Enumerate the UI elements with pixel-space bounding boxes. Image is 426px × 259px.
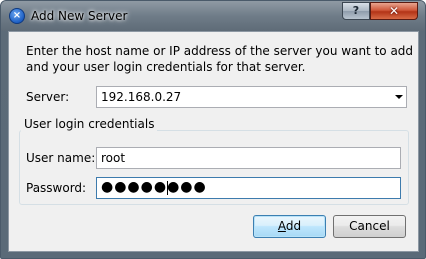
intro-line-2: and your user login credentials for that… (26, 60, 306, 74)
x-logo-icon: × (9, 8, 25, 24)
username-label: User name: (26, 151, 96, 165)
title-bar[interactable]: × Add New Server ? ✕ (1, 1, 425, 31)
server-combobox[interactable]: 192.168.0.27 (96, 86, 407, 108)
text-caret (167, 181, 168, 195)
add-button[interactable]: Add (253, 215, 326, 238)
username-field[interactable]: root (96, 147, 401, 169)
password-field[interactable]: ●●●●●●●● (96, 177, 401, 199)
username-value: root (101, 151, 126, 165)
credentials-group-title: User login credentials (21, 116, 158, 132)
add-server-dialog: × Add New Server ? ✕ Enter the host name… (0, 0, 426, 259)
window-title: Add New Server (31, 9, 128, 23)
dialog-body: Enter the host name or IP address of the… (8, 31, 419, 252)
chevron-down-icon[interactable] (395, 95, 403, 99)
close-button[interactable]: ✕ (370, 2, 418, 20)
server-label: Server: (26, 90, 70, 104)
add-button-label: dd (285, 219, 302, 233)
cancel-button[interactable]: Cancel (333, 215, 406, 238)
intro-line-1: Enter the host name or IP address of the… (26, 44, 414, 58)
password-masked-value: ●●●●●●●● (101, 179, 207, 195)
add-button-mnemonic: A (277, 219, 286, 233)
close-icon: ✕ (388, 4, 400, 18)
intro-text: Enter the host name or IP address of the… (26, 43, 414, 75)
help-button[interactable]: ? (342, 2, 370, 20)
password-label: Password: (26, 181, 87, 195)
server-value: 192.168.0.27 (101, 90, 182, 104)
